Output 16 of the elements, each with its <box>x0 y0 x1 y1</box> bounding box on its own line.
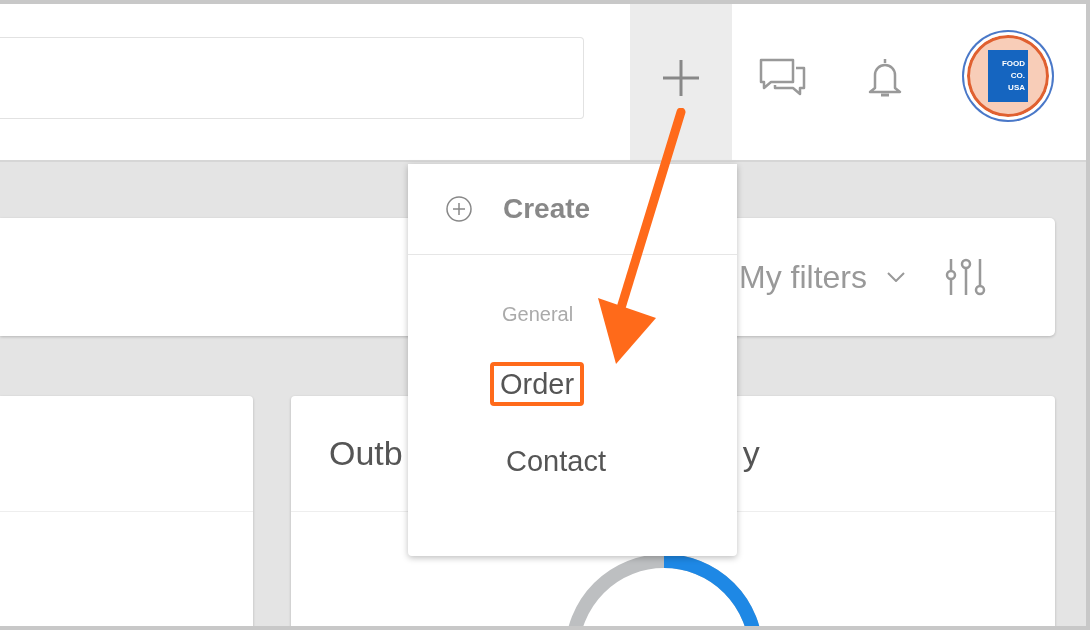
bell-icon <box>866 56 904 100</box>
card-title: y <box>742 434 760 473</box>
menu-item[interactable]: Contact <box>496 439 616 483</box>
logo-text: USA <box>1008 82 1025 94</box>
logo-text: FOOD <box>1001 58 1025 70</box>
plus-icon <box>661 58 701 98</box>
chevron-down-icon[interactable] <box>887 272 905 282</box>
menu-title: Create <box>503 193 591 225</box>
add-button[interactable] <box>630 4 732 160</box>
section-label: General <box>502 303 575 326</box>
card-title: Outb <box>329 434 403 473</box>
menu-item[interactable]: Order <box>490 362 585 406</box>
company-logo[interactable]: FOOD CO. USA <box>964 32 1052 120</box>
search-field[interactable] <box>0 37 584 119</box>
add-circle-icon <box>445 195 473 223</box>
logo-text: CO. <box>1010 70 1025 82</box>
